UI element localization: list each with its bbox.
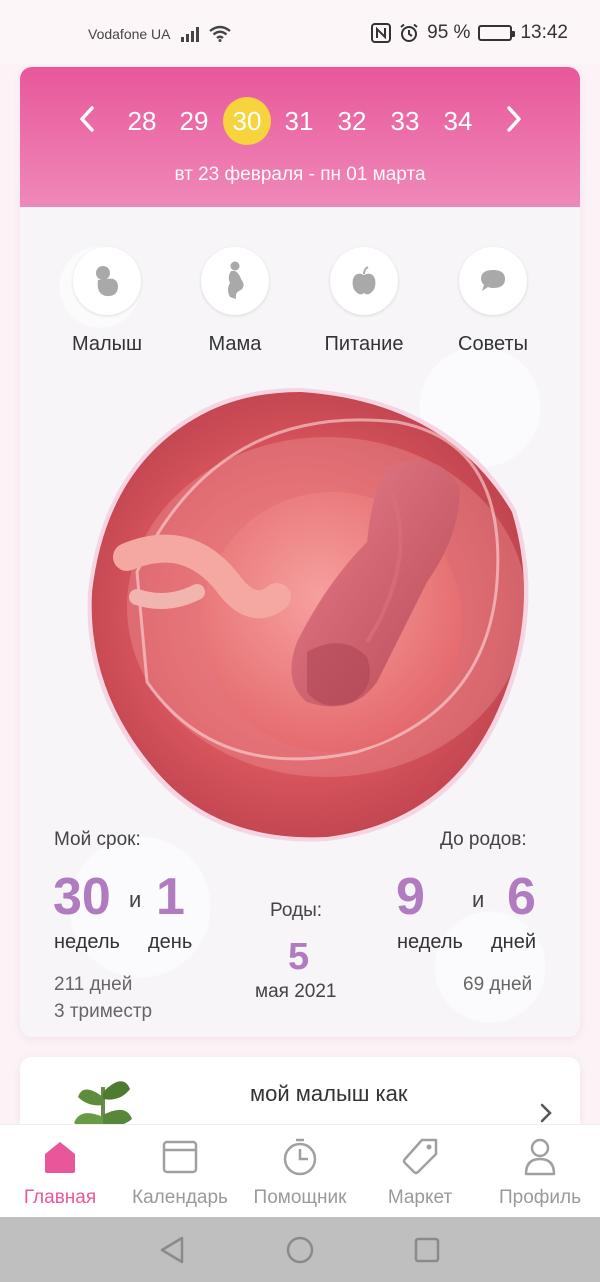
category-tips-circle: [459, 247, 527, 315]
term-weeks-value: 30: [53, 868, 111, 926]
due-date-day: 5: [288, 936, 310, 978]
category-menu: Малыш Мама Питание Советы: [20, 247, 580, 367]
stopwatch-icon: [283, 1138, 317, 1176]
tab-assistant-label: Помощник: [253, 1187, 347, 1208]
trimester: 3 триместр: [54, 1001, 153, 1022]
tab-calendar[interactable]: Календарь: [120, 1135, 240, 1209]
category-mom[interactable]: Мама: [170, 247, 300, 356]
recents-button[interactable]: [411, 1234, 443, 1266]
week-item-29[interactable]: 29: [170, 97, 218, 145]
week-item-28[interactable]: 28: [118, 97, 166, 145]
embryo-illustration: [87, 388, 529, 842]
category-tips-label: Советы: [458, 333, 528, 355]
pregnancy-week-card: 28 29 30 31 32 33 34 вт 23 февраля - пн …: [20, 67, 580, 1037]
chat-bubble-icon: [481, 270, 505, 291]
category-baby-label: Малыш: [71, 333, 143, 355]
week-header: 28 29 30 31 32 33 34 вт 23 февраля - пн …: [20, 67, 580, 207]
home-system-button[interactable]: [284, 1234, 316, 1266]
tab-market[interactable]: Маркет: [360, 1135, 480, 1209]
category-nutrition-label: Питание: [324, 333, 404, 355]
week-content: Малыш Мама Питание Советы Мой срок: 30 и…: [20, 207, 580, 1037]
remaining-total-days: 69 дней: [463, 974, 533, 995]
tab-market-label: Маркет: [387, 1187, 453, 1208]
bottom-tab-bar: Главная Календарь Помощник Маркет Профил…: [0, 1124, 600, 1217]
remaining-days-unit: дней: [491, 931, 537, 953]
pregnancy-stats: Мой срок: 30 и 1 недель день 211 дней 3 …: [20, 819, 580, 1022]
home-circle-icon: [286, 1236, 314, 1264]
battery-percent: 95 %: [427, 22, 471, 43]
week-item-33[interactable]: 33: [381, 97, 429, 145]
term-days-unit: день: [148, 931, 193, 953]
week-item-34[interactable]: 34: [434, 97, 482, 145]
category-nutrition-circle: [330, 247, 398, 315]
profile-icon-wrap: [480, 1135, 600, 1179]
term-label: Мой срок:: [54, 829, 141, 850]
week-date-range: вт 23 февраля - пн 01 марта: [174, 164, 426, 185]
term-and: и: [129, 887, 142, 912]
term-total-days: 211 дней: [54, 974, 133, 995]
chevron-left-icon: [80, 106, 94, 132]
system-navigation-bar: [0, 1217, 600, 1282]
tab-calendar-label: Календарь: [132, 1187, 228, 1208]
home-icon: [45, 1142, 75, 1173]
tab-home-label: Главная: [23, 1187, 97, 1208]
remaining-weeks-unit: недель: [397, 931, 463, 953]
category-mom-label: Мама: [208, 333, 262, 355]
recents-square-icon: [414, 1237, 440, 1263]
baby-icon: [96, 266, 118, 297]
tab-assistant[interactable]: Помощник: [240, 1135, 360, 1209]
previous-week-button[interactable]: [67, 99, 107, 139]
wifi-icon: [208, 25, 231, 42]
price-tag-icon-wrap: [360, 1135, 480, 1179]
week-item-31[interactable]: 31: [275, 97, 323, 145]
article-title: мой малыш как: [250, 1081, 408, 1106]
category-baby[interactable]: Малыш: [42, 247, 172, 356]
week-item-30-selected[interactable]: 30: [223, 97, 271, 145]
back-button[interactable]: [156, 1234, 188, 1266]
week-selector: 28 29 30 31 32 33 34: [20, 97, 580, 145]
category-tips[interactable]: Советы: [428, 247, 558, 356]
calendar-icon-wrap: [120, 1135, 240, 1179]
term-days-value: 1: [156, 868, 185, 926]
remaining-label: До родов:: [440, 829, 527, 850]
status-left: Vodafone UA: [88, 25, 231, 42]
home-icon-wrap: [0, 1135, 120, 1179]
status-right: 95 % 13:42: [371, 22, 568, 44]
tab-profile[interactable]: Профиль: [480, 1135, 600, 1209]
next-week-button[interactable]: [494, 99, 534, 139]
battery-icon: [478, 25, 516, 41]
chevron-right-icon: [507, 106, 521, 132]
carrier-name: Vodafone UA: [88, 25, 171, 42]
pregnant-mother-icon: [228, 261, 244, 299]
week-item-32[interactable]: 32: [328, 97, 376, 145]
nfc-icon: [371, 23, 392, 43]
due-date-label: Роды:: [270, 900, 323, 921]
term-weeks-unit: недель: [54, 931, 120, 953]
tab-home[interactable]: Главная: [0, 1135, 120, 1209]
signal-icon: [180, 26, 199, 42]
remaining-days-value: 6: [507, 868, 536, 926]
category-mom-circle: [201, 247, 269, 315]
back-triangle-icon: [160, 1236, 184, 1264]
remaining-and: и: [472, 887, 485, 912]
apple-icon: [352, 266, 376, 295]
calendar-icon: [162, 1140, 198, 1174]
profile-icon: [524, 1138, 556, 1176]
remaining-weeks-value: 9: [396, 868, 425, 926]
category-baby-circle: [73, 247, 141, 315]
price-tag-icon: [402, 1138, 438, 1175]
stopwatch-icon-wrap: [240, 1135, 360, 1179]
status-bar: Vodafone UA 95 % 13:42: [0, 0, 600, 64]
chevron-right-icon: [540, 1103, 552, 1123]
due-date-month: мая 2021: [255, 981, 337, 1002]
clock: 13:42: [520, 22, 568, 43]
tab-profile-label: Профиль: [498, 1187, 582, 1208]
category-nutrition[interactable]: Питание: [299, 247, 429, 356]
alarm-icon: [400, 23, 418, 42]
